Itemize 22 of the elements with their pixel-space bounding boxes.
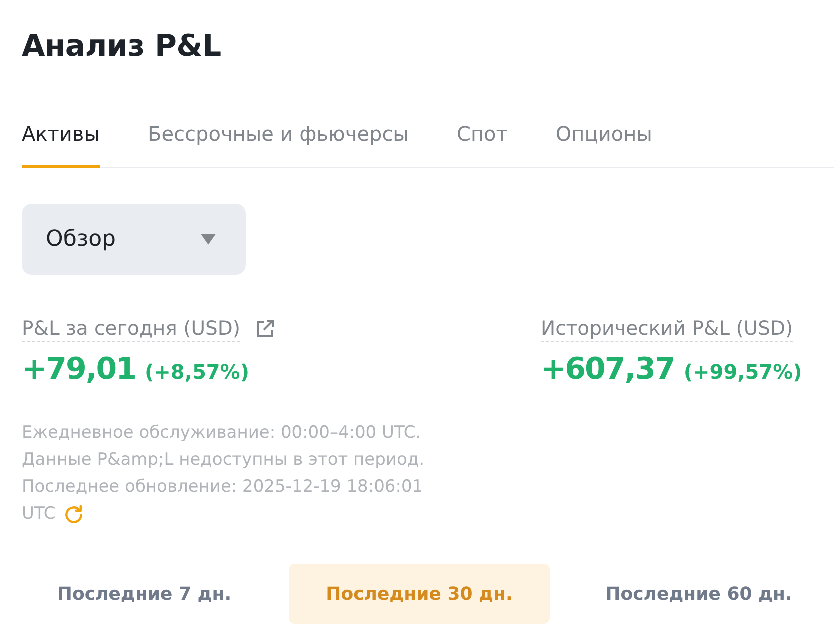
- view-dropdown[interactable]: Обзор: [22, 204, 246, 275]
- timezone-label: UTC: [22, 503, 56, 526]
- page-title: Анализ P&L: [22, 28, 222, 66]
- metric-label: Исторический P&L (USD): [541, 316, 794, 342]
- period-button[interactable]: Последние 7 дн.: [14, 564, 275, 624]
- unavailable-note: Данные P&amp;L недоступны в этот период.: [22, 449, 425, 472]
- metric-value: +79,01: [22, 351, 136, 389]
- metric-change: (+8,57%): [145, 359, 250, 385]
- period-button[interactable]: Последние 30 дн.: [289, 564, 550, 624]
- tab[interactable]: Спот: [456, 122, 508, 168]
- external-link-icon[interactable]: [255, 319, 276, 339]
- metric-change: (+99,57%): [684, 359, 802, 385]
- tab[interactable]: Бессрочные и фьючерсы: [148, 122, 409, 168]
- last-updated-text: Последнее обновление: 2025-12-19 18:06:01: [22, 476, 424, 499]
- maintenance-note: Ежедневное обслуживание: 00:00–4:00 UTC.: [22, 422, 422, 445]
- caret-icon: [201, 234, 216, 245]
- tab[interactable]: Активы: [22, 122, 100, 168]
- refresh-icon[interactable]: [62, 504, 85, 526]
- metric-value: +607,37: [541, 351, 675, 389]
- metric-label: P&L за сегодня (USD): [22, 316, 240, 342]
- period-button[interactable]: Последние 60 дн.: [564, 564, 834, 624]
- tab[interactable]: Опционы: [556, 122, 652, 168]
